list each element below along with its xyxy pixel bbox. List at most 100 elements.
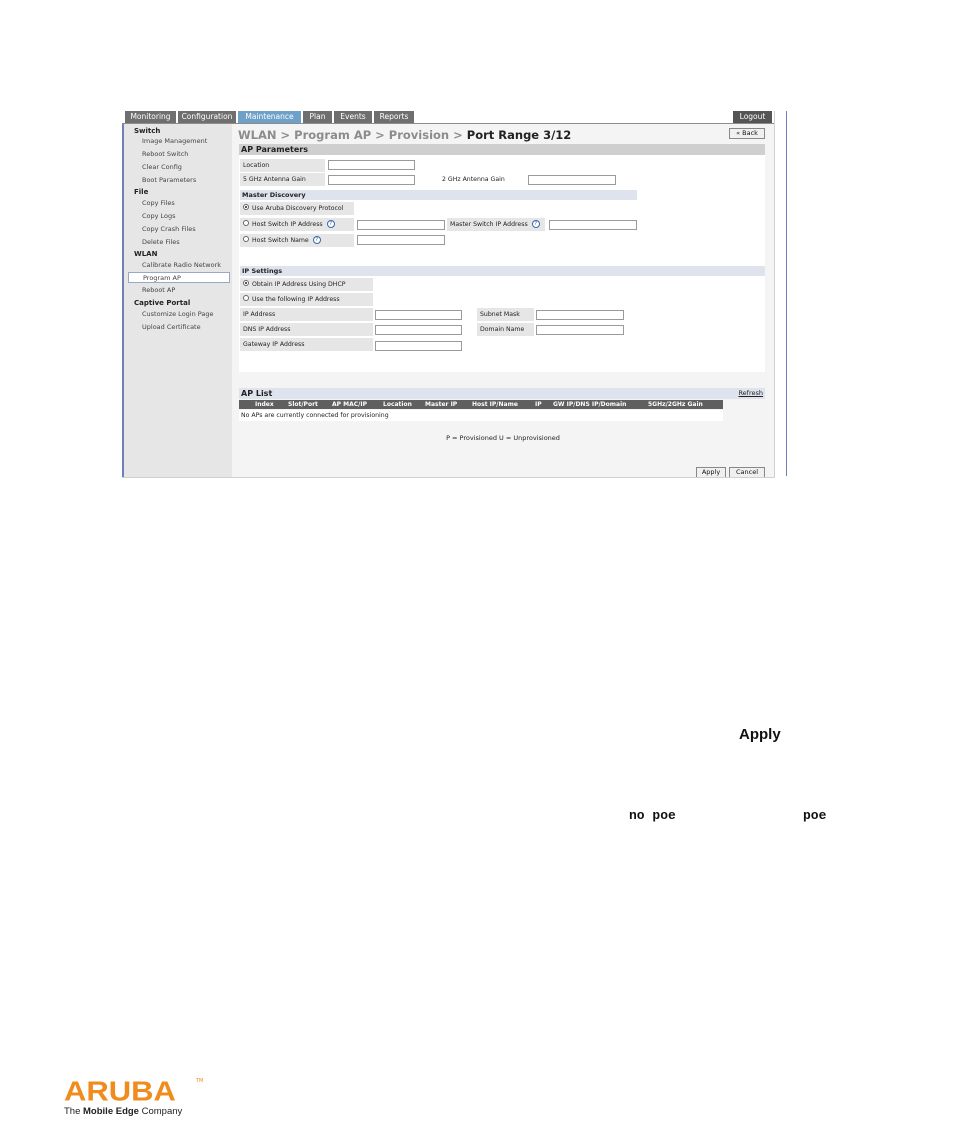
- apply-word: Apply: [739, 726, 781, 743]
- sidebar-item-boot-parameters[interactable]: Boot Parameters: [142, 176, 196, 184]
- gateway-ip-input[interactable]: [375, 341, 462, 351]
- use-adp-radio[interactable]: [243, 204, 249, 210]
- sidebar-item-copy-logs[interactable]: Copy Logs: [142, 212, 176, 220]
- sidebar-item-clear-config[interactable]: Clear Config: [142, 163, 182, 171]
- sidebar-section-file: File: [134, 188, 149, 196]
- dns-ip-label: DNS IP Address: [240, 323, 373, 336]
- sidebar-item-upload-certificate[interactable]: Upload Certificate: [142, 323, 201, 331]
- logo-wordmark: ARUBA: [64, 1075, 176, 1107]
- subnet-mask-label: Subnet Mask: [477, 308, 534, 321]
- column-header[interactable]: Slot/Port: [288, 400, 318, 409]
- tab-monitoring[interactable]: Monitoring: [125, 111, 177, 123]
- host-name-radio[interactable]: [243, 236, 249, 242]
- tab-configuration[interactable]: Configuration: [178, 111, 237, 123]
- tab-plan[interactable]: Plan: [303, 111, 333, 123]
- gain2-label: 2 GHz Antenna Gain: [439, 173, 525, 186]
- domain-name-input[interactable]: [536, 325, 624, 335]
- master-ip-label: Master Switch IP Address: [450, 221, 528, 228]
- aruba-logo: ARUBA TM The Mobile Edge Company: [64, 1075, 203, 1117]
- provision-legend: P = Provisioned U = Unprovisioned: [446, 434, 560, 442]
- location-input[interactable]: [328, 160, 415, 170]
- sidebar-item-customize-login-page[interactable]: Customize Login Page: [142, 310, 214, 318]
- host-ip-input[interactable]: [357, 220, 445, 230]
- column-header[interactable]: Index: [255, 400, 274, 409]
- ap-parameters-heading: AP Parameters: [239, 144, 765, 155]
- host-ip-radio[interactable]: [243, 220, 249, 226]
- domain-name-label: Domain Name: [477, 323, 534, 336]
- sidebar-item-program-ap[interactable]: Program AP: [128, 272, 230, 283]
- host-name-input[interactable]: [357, 235, 445, 245]
- logo-tag-pre: The: [64, 1106, 84, 1117]
- ap-list-heading: AP List Refresh: [239, 388, 765, 399]
- host-name-label: Host Switch Name: [252, 237, 309, 244]
- ip-address-input[interactable]: [375, 310, 462, 320]
- logo-tag-post: Company: [138, 1106, 183, 1117]
- main-content: WLAN > Program AP > Provision > Port Ran…: [232, 124, 774, 477]
- sidebar-item-copy-crash-files[interactable]: Copy Crash Files: [142, 225, 196, 233]
- column-header[interactable]: Host IP/Name: [472, 400, 518, 409]
- tab-maintenance[interactable]: Maintenance: [238, 111, 302, 123]
- cancel-button[interactable]: Cancel: [729, 467, 765, 477]
- column-header[interactable]: GW IP/DNS IP/Domain: [553, 400, 626, 409]
- host-name-option[interactable]: Host Switch Name?: [240, 234, 354, 247]
- ap-parameters-panel: AP Parameters Location 5 GHz Antenna Gai…: [239, 144, 765, 372]
- sidebar-item-calibrate-radio-network[interactable]: Calibrate Radio Network: [142, 261, 221, 269]
- host-ip-label: Host Switch IP Address: [252, 221, 323, 228]
- help-icon[interactable]: ?: [326, 220, 335, 228]
- column-header[interactable]: 5GHz/2GHz Gain: [648, 400, 703, 409]
- master-discovery-heading: Master Discovery: [240, 190, 637, 200]
- sidebar-section-switch: Switch: [134, 127, 161, 135]
- ap-list-empty-row: No APs are currently connected for provi…: [239, 410, 723, 421]
- column-header[interactable]: IP: [535, 400, 542, 409]
- gain5-input[interactable]: [328, 175, 415, 185]
- dns-ip-input[interactable]: [375, 325, 462, 335]
- dhcp-radio[interactable]: [243, 280, 249, 286]
- breadcrumb: WLAN > Program AP > Provision > Port Ran…: [238, 128, 571, 142]
- breadcrumb-path: WLAN > Program AP > Provision >: [238, 128, 467, 142]
- column-header[interactable]: Location: [383, 400, 412, 409]
- location-label: Location: [240, 159, 325, 172]
- sidebar-item-copy-files[interactable]: Copy Files: [142, 199, 175, 207]
- static-ip-radio[interactable]: [243, 295, 249, 301]
- gateway-ip-label: Gateway IP Address: [240, 338, 373, 351]
- no-poe-code: no poe: [629, 808, 676, 823]
- ap-list-title: AP List: [241, 389, 273, 398]
- dhcp-label: Obtain IP Address Using DHCP: [252, 281, 346, 288]
- page-title: Port Range 3/12: [466, 128, 572, 142]
- gain5-label: 5 GHz Antenna Gain: [240, 173, 325, 186]
- sidebar-item-delete-files[interactable]: Delete Files: [142, 238, 180, 246]
- sidebar-item-reboot-switch[interactable]: Reboot Switch: [142, 150, 188, 158]
- logo-tagline: The Mobile Edge Company: [64, 1106, 182, 1117]
- tab-events[interactable]: Events: [334, 111, 373, 123]
- use-adp-label: Use Aruba Discovery Protocol: [252, 205, 344, 212]
- column-header[interactable]: Master IP: [425, 400, 457, 409]
- sidebar-section-wlan: WLAN: [134, 250, 158, 258]
- back-button[interactable]: « Back: [729, 128, 765, 139]
- page-rule: [786, 111, 787, 476]
- top-nav: Monitoring Configuration Maintenance Pla…: [122, 111, 774, 123]
- sidebar-item-reboot-ap[interactable]: Reboot AP: [142, 286, 175, 294]
- logo-trademark: TM: [196, 1078, 204, 1084]
- tab-reports[interactable]: Reports: [374, 111, 415, 123]
- sidebar-section-captive-portal: Captive Portal: [134, 299, 191, 307]
- apply-button[interactable]: Apply: [696, 467, 726, 477]
- use-adp-option[interactable]: Use Aruba Discovery Protocol: [240, 202, 354, 215]
- host-ip-option[interactable]: Host Switch IP Address?: [240, 218, 354, 231]
- sidebar-item-image-management[interactable]: Image Management: [142, 137, 207, 145]
- master-ip-input[interactable]: [549, 220, 637, 230]
- static-ip-option[interactable]: Use the following IP Address: [240, 293, 373, 306]
- help-icon[interactable]: ?: [312, 236, 321, 244]
- column-header[interactable]: AP MAC/IP: [332, 400, 367, 409]
- refresh-link[interactable]: Refresh: [738, 388, 763, 399]
- master-ip-label-cell: Master Switch IP Address?: [447, 218, 545, 231]
- ip-address-label: IP Address: [240, 308, 373, 321]
- logout-button[interactable]: Logout: [733, 111, 773, 123]
- logo-tag-bold: Mobile Edge: [83, 1106, 139, 1117]
- ap-list-table-header: Index Slot/Port AP MAC/IP Location Maste…: [239, 400, 723, 409]
- screenshot-frame: Monitoring Configuration Maintenance Pla…: [122, 111, 775, 478]
- subnet-mask-input[interactable]: [536, 310, 624, 320]
- help-icon[interactable]: ?: [531, 220, 540, 228]
- poe-code: poe: [803, 808, 827, 823]
- gain2-input[interactable]: [528, 175, 616, 185]
- dhcp-option[interactable]: Obtain IP Address Using DHCP: [240, 278, 373, 291]
